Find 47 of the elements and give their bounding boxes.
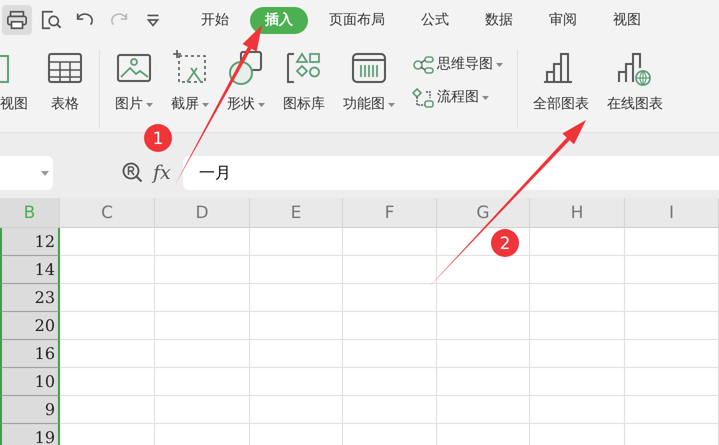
ribbon-tab[interactable]: 页面布局	[314, 6, 400, 34]
ribbon-tab[interactable]: 审阅	[534, 6, 592, 34]
table-cell: 14	[0, 256, 60, 284]
column-header[interactable]: E	[250, 198, 343, 228]
ribbon-button[interactable]: 流程图	[412, 87, 503, 108]
ribbon-tab[interactable]: 视图	[598, 6, 656, 34]
table-cell: 10	[0, 368, 60, 396]
search-icon[interactable]	[121, 161, 145, 185]
column-header[interactable]: C	[60, 198, 155, 228]
table-cell: 9	[0, 396, 60, 424]
table-icon	[46, 50, 84, 86]
table-cell: 20	[0, 312, 60, 340]
ribbon-button[interactable]: 全部图表	[524, 50, 598, 115]
table-cell: 16	[0, 340, 60, 368]
ribbon-button[interactable]: 视图	[0, 50, 37, 115]
ribbon-button[interactable]: 表格	[37, 50, 93, 115]
step-number: 2	[500, 234, 510, 254]
mind-map-icon	[412, 54, 434, 74]
step-marker	[144, 124, 172, 152]
flowchart-icon	[412, 88, 434, 108]
print-icon[interactable]	[2, 5, 32, 35]
ribbon-button[interactable]: 截屏	[162, 50, 218, 115]
ribbon-tab[interactable]: 公式	[406, 6, 464, 34]
column-header[interactable]: D	[155, 198, 250, 228]
icon-library-icon	[285, 50, 323, 86]
table-cell: 12	[0, 228, 60, 256]
online-chart-icon	[616, 50, 654, 86]
frame-icon	[350, 50, 388, 86]
caret-icon	[41, 170, 49, 176]
formula-input[interactable]: 一月	[182, 156, 719, 190]
table-cell: 23	[0, 284, 60, 312]
column-header[interactable]: F	[343, 198, 437, 228]
ribbon-button[interactable]: 功能图	[334, 50, 404, 115]
ribbon-button[interactable]: 图片	[106, 50, 162, 115]
step-number: 1	[152, 129, 164, 149]
screenshot-icon	[171, 50, 209, 86]
function-label[interactable]: fx	[153, 158, 171, 188]
column-header[interactable]: G	[437, 198, 530, 228]
column-header[interactable]: I	[625, 198, 719, 228]
ribbon-button[interactable]: 在线图表	[598, 50, 672, 115]
table-cell: 19	[0, 424, 60, 445]
step-marker	[491, 229, 519, 257]
ribbon-tab[interactable]: 数据	[470, 6, 528, 34]
ribbon-button[interactable]: 图标库	[274, 50, 334, 115]
column-header[interactable]: H	[530, 198, 625, 228]
ribbon-button[interactable]: 思维导图	[412, 54, 503, 75]
ribbon-tab[interactable]: 开始	[186, 6, 244, 34]
